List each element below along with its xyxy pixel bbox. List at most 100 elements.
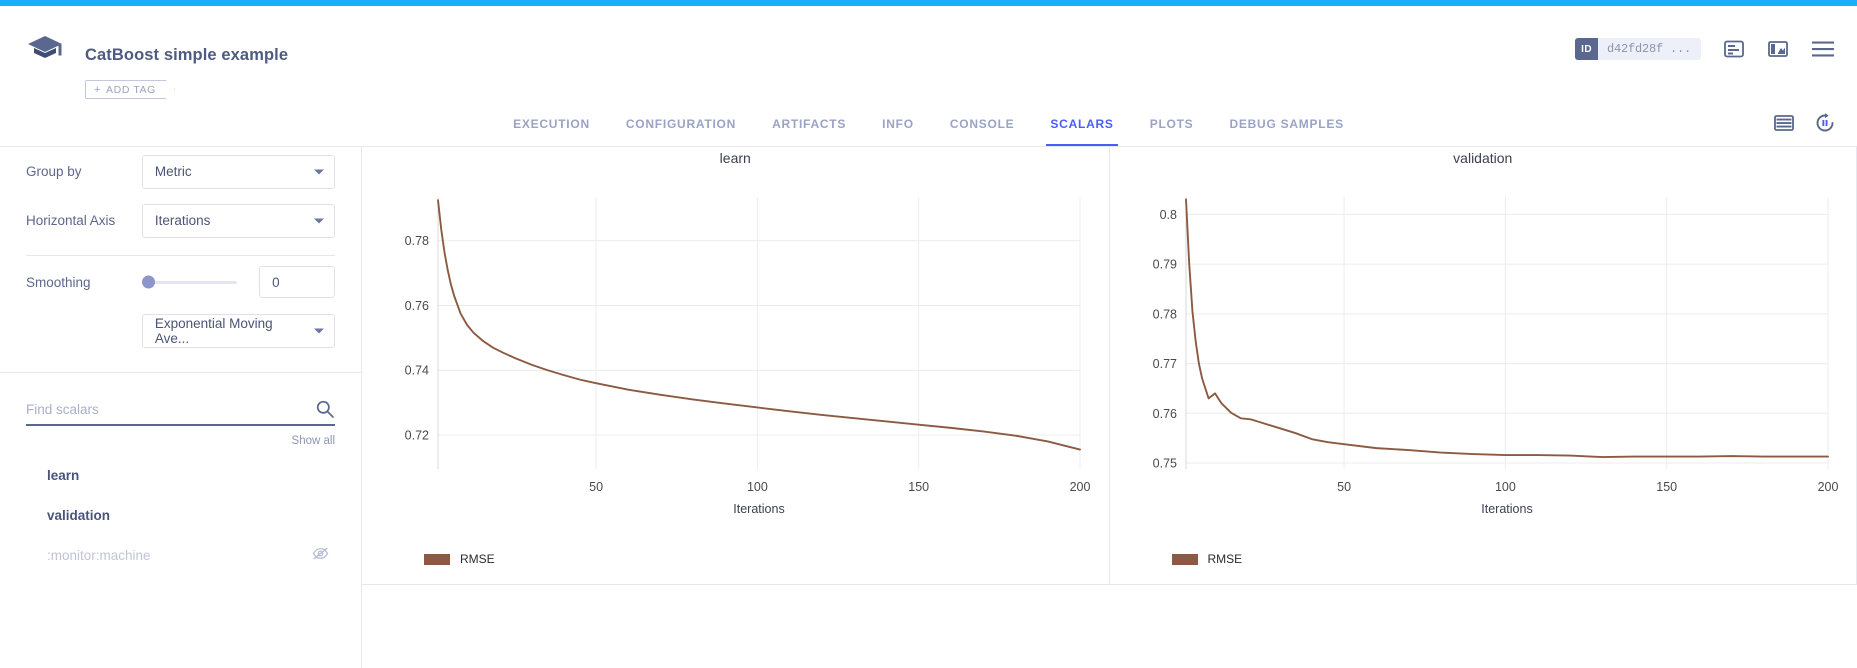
group-by-select[interactable]: Metric	[142, 155, 335, 189]
show-all-link[interactable]: Show all	[0, 426, 361, 447]
split-layout-icon[interactable]	[1767, 38, 1789, 60]
chevron-down-icon	[314, 218, 324, 223]
svg-text:Iterations: Iterations	[733, 502, 784, 516]
tabs-right-actions	[1773, 112, 1837, 134]
page-title: CatBoost simple example	[85, 46, 288, 65]
group-by-value: Metric	[155, 164, 192, 179]
search-input[interactable]: Find scalars	[26, 395, 335, 426]
scalar-item-learn[interactable]: learn	[0, 455, 361, 495]
svg-text:150: 150	[908, 480, 929, 494]
legend-label: RMSE	[1208, 552, 1243, 566]
svg-text:50: 50	[589, 480, 603, 494]
scalar-item-monitor-machine[interactable]: :monitor:machine	[0, 535, 361, 575]
clearml-scalars-page: COMPLETED CatBoost simple example + ADD …	[0, 0, 1857, 668]
task-id-chip[interactable]: ID d42fd28f ...	[1575, 38, 1701, 60]
tab-console[interactable]: CONSOLE	[932, 102, 1033, 146]
chart-plot-learn[interactable]: 0.72 0.74 0.76 0.78 50 100 150 200 Iterations	[362, 147, 1098, 547]
svg-text:0.72: 0.72	[405, 429, 429, 443]
svg-text:0.76: 0.76	[405, 299, 429, 313]
horizontal-axis-label: Horizontal Axis	[26, 213, 142, 228]
table-view-icon[interactable]	[1773, 113, 1795, 133]
chart-legend[interactable]: RMSE	[424, 552, 495, 566]
tab-configuration[interactable]: CONFIGURATION	[608, 102, 754, 146]
chart-card-learn: learn 0.720.740.760.7850100150200Iterati…	[362, 147, 1110, 584]
chart-plot-validation[interactable]: 0.75 0.76 0.77 0.78 0.79 0.8 50 100 150 200 Iterat…	[1110, 147, 1846, 547]
smoothing-algorithm-row: Exponential Moving Ave...	[0, 308, 361, 354]
smoothing-slider-thumb[interactable]	[142, 276, 155, 289]
tab-scalars[interactable]: SCALARS	[1032, 102, 1131, 146]
scalar-search-block: Find scalars	[0, 373, 361, 426]
tab-info[interactable]: INFO	[864, 102, 932, 146]
notes-icon[interactable]	[1723, 38, 1745, 60]
svg-text:0.76: 0.76	[1152, 407, 1176, 421]
horizontal-axis-row: Horizontal Axis Iterations	[0, 196, 361, 245]
smoothing-algorithm-select[interactable]: Exponential Moving Ave...	[142, 314, 335, 348]
eye-off-icon[interactable]	[312, 546, 329, 564]
svg-text:150: 150	[1656, 480, 1677, 494]
tab-label: CONSOLE	[950, 117, 1015, 131]
page-header: CatBoost simple example + ADD TAG ID d42…	[0, 6, 1857, 102]
svg-text:100: 100	[1494, 480, 1515, 494]
tab-label: CONFIGURATION	[626, 117, 736, 131]
auto-refresh-pause-icon[interactable]	[1813, 112, 1837, 134]
group-by-row: Group by Metric	[0, 147, 361, 196]
legend-swatch	[1172, 554, 1198, 565]
scalar-item-label: :monitor:machine	[47, 548, 151, 563]
svg-text:200: 200	[1817, 480, 1838, 494]
smoothing-value: 0	[272, 275, 280, 290]
tab-debug-samples[interactable]: DEBUG SAMPLES	[1211, 102, 1361, 146]
graduation-cap-icon	[25, 32, 65, 70]
svg-text:200: 200	[1070, 480, 1091, 494]
svg-text:100: 100	[747, 480, 768, 494]
tab-label: EXECUTION	[513, 117, 590, 131]
group-by-label: Group by	[26, 164, 142, 179]
legend-swatch	[424, 554, 450, 565]
tab-list: EXECUTION CONFIGURATION ARTIFACTS INFO C…	[0, 102, 1857, 146]
page-body: Group by Metric Horizontal Axis Iteratio…	[0, 147, 1857, 668]
svg-text:50: 50	[1337, 480, 1351, 494]
search-icon[interactable]	[315, 399, 335, 424]
tab-label: INFO	[882, 117, 914, 131]
svg-text:0.77: 0.77	[1152, 357, 1176, 371]
svg-text:Iterations: Iterations	[1481, 502, 1532, 516]
svg-text:0.74: 0.74	[405, 364, 429, 378]
scalar-list: learn validation :monitor:machine	[0, 447, 361, 575]
tab-label: ARTIFACTS	[772, 117, 846, 131]
horizontal-axis-value: Iterations	[155, 213, 211, 228]
tab-label: PLOTS	[1150, 117, 1194, 131]
tab-label: SCALARS	[1050, 117, 1113, 131]
horizontal-axis-select[interactable]: Iterations	[142, 204, 335, 238]
svg-text:0.78: 0.78	[405, 234, 429, 248]
svg-text:0.8: 0.8	[1159, 208, 1176, 222]
charts-bottom-divider	[362, 584, 1857, 585]
id-value: d42fd28f ...	[1598, 42, 1691, 56]
smoothing-slider[interactable]	[143, 281, 237, 284]
scalar-item-label: learn	[47, 468, 79, 483]
svg-text:0.79: 0.79	[1152, 258, 1176, 272]
header-actions: ID d42fd28f ...	[1575, 38, 1835, 60]
tab-artifacts[interactable]: ARTIFACTS	[754, 102, 864, 146]
chevron-down-icon	[314, 169, 324, 174]
smoothing-row: Smoothing 0	[0, 256, 361, 308]
add-tag-button[interactable]: + ADD TAG	[85, 80, 175, 99]
chart-legend[interactable]: RMSE	[1172, 552, 1243, 566]
charts-area: learn 0.720.740.760.7850100150200Iterati…	[362, 147, 1857, 668]
smoothing-algorithm-value: Exponential Moving Ave...	[155, 316, 306, 346]
tab-execution[interactable]: EXECUTION	[495, 102, 608, 146]
svg-text:0.75: 0.75	[1152, 457, 1176, 471]
tab-plots[interactable]: PLOTS	[1132, 102, 1212, 146]
chart-card-validation: validation 0.750.760.770.780.790.8501001…	[1110, 147, 1857, 584]
smoothing-value-input[interactable]: 0	[259, 266, 335, 298]
svg-text:0.78: 0.78	[1152, 307, 1176, 321]
scalar-item-validation[interactable]: validation	[0, 495, 361, 535]
scalars-sidebar: Group by Metric Horizontal Axis Iteratio…	[0, 147, 362, 668]
tab-label: DEBUG SAMPLES	[1229, 117, 1343, 131]
smoothing-label: Smoothing	[26, 275, 139, 290]
hamburger-menu-icon[interactable]	[1811, 40, 1835, 58]
legend-label: RMSE	[460, 552, 495, 566]
id-label: ID	[1575, 38, 1598, 60]
chevron-down-icon	[314, 329, 324, 334]
plus-icon: +	[94, 84, 101, 96]
scalar-item-label: validation	[47, 508, 110, 523]
add-tag-label: ADD TAG	[106, 84, 156, 96]
